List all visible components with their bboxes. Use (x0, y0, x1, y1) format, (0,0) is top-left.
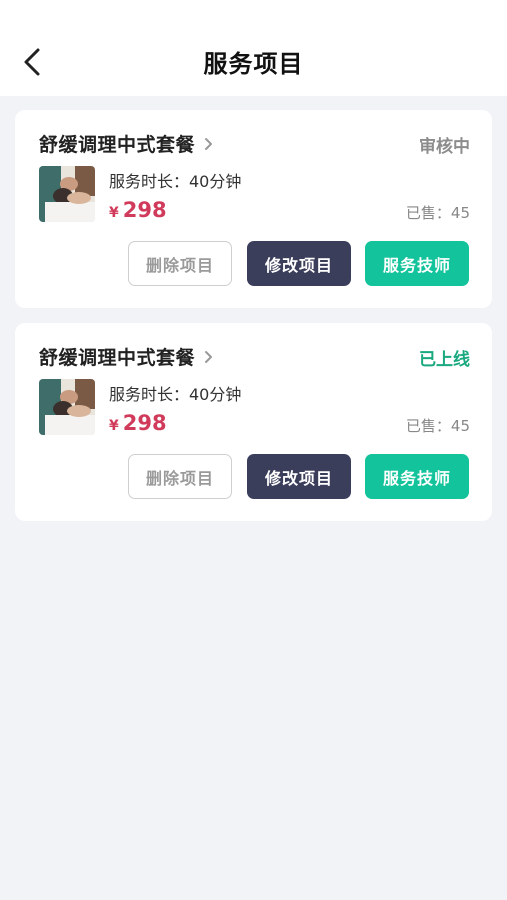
edit-item-button[interactable]: 修改项目 (247, 241, 351, 286)
status-badge: 审核中 (419, 137, 470, 157)
service-name-link[interactable]: 舒缓调理中式套餐 (39, 130, 213, 157)
delete-item-button[interactable]: 删除项目 (128, 241, 232, 286)
service-card: 舒缓调理中式套餐 已上线 服务时长：40分钟 ¥298 已售：45 删除项目 修… (15, 323, 492, 521)
currency-symbol: ¥ (109, 418, 119, 434)
edit-item-button[interactable]: 修改项目 (247, 454, 351, 499)
service-price: ¥298 (109, 411, 167, 435)
service-technician-button[interactable]: 服务技师 (365, 241, 469, 286)
service-duration: 服务时长：40分钟 (109, 385, 242, 404)
service-card: 舒缓调理中式套餐 审核中 服务时长：40分钟 ¥298 已售：45 删除项目 修… (15, 110, 492, 308)
price-amount: 298 (122, 198, 167, 222)
delete-item-button[interactable]: 删除项目 (128, 454, 232, 499)
service-thumbnail (39, 379, 95, 435)
top-nav-bar: 服务项目 (0, 0, 507, 96)
service-price: ¥298 (109, 198, 167, 222)
service-technician-button[interactable]: 服务技师 (365, 454, 469, 499)
sold-count: 已售：45 (405, 204, 470, 222)
status-badge: 已上线 (419, 350, 470, 370)
service-name: 舒缓调理中式套餐 (39, 347, 196, 369)
service-name-link[interactable]: 舒缓调理中式套餐 (39, 343, 213, 370)
currency-symbol: ¥ (109, 205, 119, 221)
service-thumbnail (39, 166, 95, 222)
price-amount: 298 (122, 411, 167, 435)
service-name: 舒缓调理中式套餐 (39, 134, 196, 156)
chevron-right-icon (205, 137, 213, 150)
chevron-right-icon (205, 350, 213, 363)
service-duration: 服务时长：40分钟 (109, 172, 242, 191)
sold-count: 已售：45 (405, 417, 470, 435)
page-title: 服务项目 (203, 50, 304, 78)
